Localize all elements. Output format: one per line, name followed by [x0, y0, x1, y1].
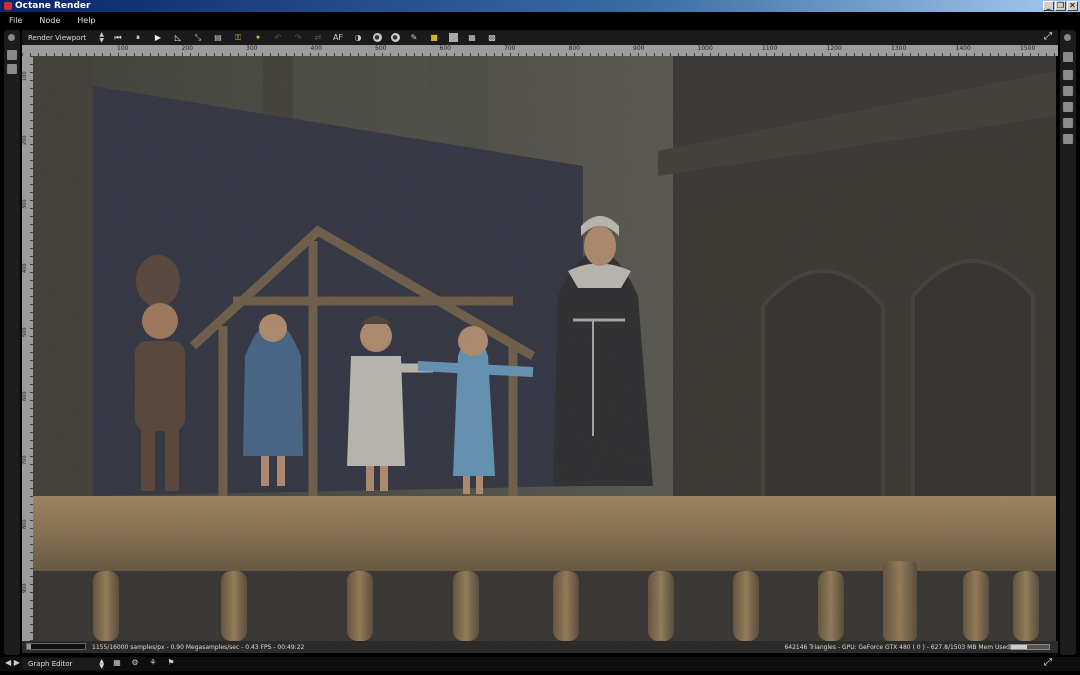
sphere-alt-icon[interactable]: ● — [390, 33, 400, 42]
panel-arrows-icon[interactable]: ◀ ▶ — [5, 658, 20, 667]
resize-icon[interactable]: ⤡ — [193, 32, 204, 43]
render-stats: 1155/16000 samples/px - 0.90 Megasamples… — [92, 644, 305, 651]
ruler-label: 300 — [22, 199, 28, 209]
panel-dot-icon[interactable] — [1064, 34, 1071, 41]
updown-icon: ▲ ▼ — [99, 30, 104, 44]
title-bar: Octane Render _ ❐ ✕ — [0, 0, 1080, 12]
left-panel-strip — [4, 30, 20, 655]
ruler-label: 800 — [568, 45, 580, 52]
render-progress-fill — [27, 644, 32, 649]
render-toolbar: Render Viewport ▲ ▼ ⏮ ⏸ ▶ ◺ ⤡ ▤ ⚿ ✦ ↶ ↷ ⇄… — [22, 30, 1058, 45]
arrange-icon[interactable]: ⚑ — [166, 658, 176, 668]
updown-icon: ▲ ▼ — [99, 658, 104, 670]
gpu-stats: 642146 Triangles - GPU: GeForce GTX 480 … — [784, 644, 1010, 651]
ruler-label: 1500 — [1020, 45, 1036, 52]
clay-icon[interactable]: ◑ — [353, 32, 364, 43]
ruler-label: 500 — [22, 327, 28, 337]
panel-dot-icon[interactable] — [8, 34, 15, 41]
restore-button[interactable]: ❐ — [1055, 1, 1066, 11]
af-icon[interactable]: AF — [333, 32, 344, 43]
panel-toggle-icon[interactable] — [7, 50, 17, 60]
redo-icon[interactable]: ↷ — [293, 32, 304, 43]
ruler-label: 700 — [504, 45, 516, 52]
ruler-label: 600 — [22, 391, 28, 401]
ruler-label: 600 — [439, 45, 451, 52]
ruler-label: 1300 — [891, 45, 907, 52]
checker-icon[interactable]: ▩ — [487, 32, 498, 43]
node-grid-icon[interactable]: ▦ — [112, 658, 122, 668]
picker-icon[interactable]: ✎ — [409, 32, 420, 43]
pin-icon[interactable]: ✦ — [253, 32, 264, 43]
teapot-icon[interactable] — [1063, 102, 1073, 112]
image-icon[interactable] — [1063, 118, 1073, 128]
render-viewport[interactable] — [33, 56, 1056, 641]
gray-square-icon[interactable] — [448, 33, 458, 42]
play-icon[interactable]: ▶ — [153, 32, 164, 43]
film-icon[interactable]: ▤ — [213, 32, 224, 43]
ruler-label: 1100 — [762, 45, 778, 52]
ruler-label: 900 — [633, 45, 645, 52]
ruler-label: 500 — [375, 45, 387, 52]
ruler-label: 100 — [22, 71, 28, 81]
fullscreen-icon[interactable]: ⤢ — [1044, 657, 1052, 668]
minimize-button[interactable]: _ — [1043, 1, 1054, 11]
memory-bar — [1010, 644, 1050, 650]
grid-icon[interactable]: ▦ — [467, 32, 478, 43]
ruler-label: 1200 — [826, 45, 842, 52]
menu-help[interactable]: Help — [77, 16, 95, 25]
ruler-label: 1000 — [697, 45, 713, 52]
tools-icon[interactable] — [1063, 134, 1073, 144]
menu-node[interactable]: Node — [39, 16, 60, 25]
ruler-label: 200 — [22, 135, 28, 145]
ruler-label: 400 — [310, 45, 322, 52]
graph-editor-label: Graph Editor — [28, 660, 73, 668]
outliner-icon[interactable] — [1063, 52, 1073, 62]
settings-list-icon[interactable] — [1063, 86, 1073, 96]
viewport-select[interactable]: Render Viewport ▲ ▼ — [22, 31, 104, 45]
ruler-label: 200 — [181, 45, 193, 52]
graph-editor-bar: ◀ ▶ Graph Editor ▲ ▼ ▦ ⚙ ⚘ ⚑ ⤢ — [0, 657, 1080, 671]
rendered-image — [33, 56, 1056, 641]
fullscreen-icon[interactable]: ⤢ — [1044, 31, 1052, 42]
ruler-label: 400 — [22, 263, 28, 273]
ruler-label: 300 — [246, 45, 258, 52]
horizontal-ruler: 100 200 300 400 500 600 700 800 900 1000 1100 1200 1… — [22, 45, 1058, 56]
link-icon[interactable]: ⚘ — [148, 658, 158, 668]
ruler-label: 900 — [22, 583, 28, 593]
sphere-icon[interactable]: ● — [372, 33, 382, 42]
menu-file[interactable]: File — [9, 16, 22, 25]
viewport-select-label: Render Viewport — [28, 33, 87, 42]
region-icon[interactable]: ◺ — [173, 32, 184, 43]
panel-view-icon[interactable] — [7, 64, 17, 74]
octane-app-icon — [4, 2, 12, 10]
ruler-label: 800 — [22, 519, 28, 529]
memory-fill — [1011, 645, 1027, 649]
vertical-ruler: 100 200 300 400 500 600 700 800 900 — [22, 56, 33, 641]
rewind-icon[interactable]: ⏮ — [113, 32, 124, 43]
color-icon[interactable]: ■ — [429, 32, 440, 43]
ruler-label: 700 — [22, 455, 28, 465]
graph-editor-select[interactable]: Graph Editor ▲ ▼ — [22, 658, 104, 670]
undo-icon[interactable]: ↶ — [273, 32, 284, 43]
pause-icon[interactable]: ⏸ — [133, 32, 144, 43]
node-inspector-icon[interactable] — [1063, 70, 1073, 80]
add-node-icon[interactable]: ⚙ — [130, 658, 140, 668]
close-button[interactable]: ✕ — [1067, 1, 1078, 11]
swap-icon[interactable]: ⇄ — [313, 32, 324, 43]
lock-icon[interactable]: ⚿ — [233, 32, 244, 43]
ruler-label: 100 — [117, 45, 129, 52]
ruler-label: 1400 — [955, 45, 971, 52]
right-panel-strip — [1060, 30, 1076, 655]
window-title: Octane Render — [15, 1, 91, 11]
render-status-bar: 1155/16000 samples/px - 0.90 Megasamples… — [22, 641, 1058, 653]
render-progress-bar — [26, 643, 86, 650]
menu-bar: File Node Help — [0, 12, 1080, 28]
